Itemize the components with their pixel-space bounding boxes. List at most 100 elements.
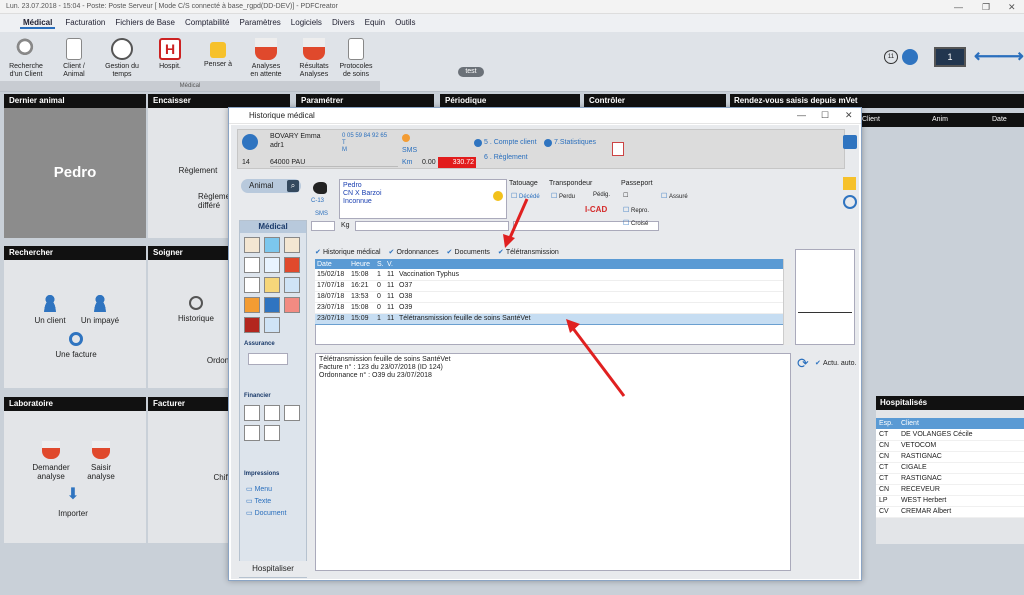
detail-text-area[interactable]: Télétransmission feuille de soins SantéV…: [315, 353, 791, 571]
user-icon[interactable]: [902, 49, 918, 65]
analyses-attente-button[interactable]: Analyses en attente: [244, 38, 288, 79]
animal-search-icon[interactable]: ⌕: [287, 180, 299, 192]
swap-arrows-icon[interactable]: [284, 277, 300, 293]
hospit-button[interactable]: H Hospit.: [148, 38, 192, 71]
invoice-blue-icon[interactable]: [244, 405, 260, 421]
hospitalise-row[interactable]: CT RASTIGNAC: [876, 473, 1024, 485]
minimize-icon[interactable]: —: [954, 0, 963, 14]
recherche-client-button[interactable]: Recherche d'un Client: [4, 38, 48, 79]
col-date[interactable]: Date: [315, 259, 349, 269]
invoice-icon[interactable]: [284, 405, 300, 421]
hospitalise-row[interactable]: CV CREMAR Albert: [876, 506, 1024, 518]
ecg-icon[interactable]: [244, 317, 260, 333]
repro-checkbox[interactable]: ☐ Repro.: [623, 206, 649, 214]
medical-tab[interactable]: Médical: [240, 221, 306, 233]
client-phone[interactable]: 0 05 59 84 92 65: [342, 133, 387, 139]
document-pen-icon[interactable]: [244, 257, 260, 273]
une-facture-link[interactable]: Une facture: [46, 332, 106, 359]
panel-dernier-animal[interactable]: Pedro: [4, 108, 146, 238]
restore-icon[interactable]: ❐: [982, 0, 990, 14]
rdv-col-client[interactable]: Client: [862, 113, 880, 127]
filter-teletransmission[interactable]: ✔ Télétransmission: [498, 249, 559, 256]
statistiques-link[interactable]: 7.Statistiques: [554, 139, 596, 146]
test-tube-icon[interactable]: [284, 257, 300, 273]
dialog-maximize-icon[interactable]: ☐: [821, 110, 829, 121]
print-texte-link[interactable]: ▭ Texte: [246, 497, 271, 505]
reglement-link[interactable]: Règlement: [168, 166, 228, 175]
note-icon[interactable]: [843, 177, 856, 190]
hospitalise-row[interactable]: CN RECEVEUR: [876, 484, 1024, 496]
col-heure[interactable]: Heure: [349, 259, 375, 269]
menu-parametres[interactable]: Paramètres: [239, 18, 280, 27]
client-sms[interactable]: SMS: [402, 147, 417, 154]
history-row[interactable]: 17/07/18 16:21 0 11 O37: [315, 280, 783, 292]
col-v[interactable]: V.: [385, 259, 397, 269]
icad-logo[interactable]: I-CAD: [585, 205, 607, 214]
actu-auto-checkbox[interactable]: ✔ Actu. auto.: [815, 359, 856, 367]
pedig-checkbox[interactable]: ☐: [623, 192, 628, 199]
pie-chart-icon[interactable]: [843, 195, 857, 209]
history-row[interactable]: 23/07/18 15:08 0 11 O39: [315, 302, 783, 314]
certificate-icon[interactable]: [244, 277, 260, 293]
dialog-minimize-icon[interactable]: —: [797, 110, 806, 120]
history-row[interactable]: 15/02/18 15:08 1 11 Vaccination Typhus: [315, 269, 783, 281]
menu-logiciels[interactable]: Logiciels: [291, 18, 322, 27]
hospitalise-row[interactable]: CT DE VOLANGES Cécile: [876, 429, 1024, 441]
screen-button[interactable]: 1: [934, 47, 966, 67]
menu-outils[interactable]: Outils: [395, 18, 415, 27]
santevet-logo[interactable]: [248, 353, 288, 365]
close-icon[interactable]: ✕: [1008, 0, 1016, 14]
col-s[interactable]: S.: [375, 259, 385, 269]
calendar-icon[interactable]: [612, 142, 624, 156]
menu-equin[interactable]: Equin: [365, 18, 385, 27]
weight-input[interactable]: [311, 221, 335, 231]
rdv-col-anim[interactable]: Anim: [932, 113, 948, 127]
hospitalise-row[interactable]: CT CIGALE: [876, 462, 1024, 474]
gestion-temps-button[interactable]: Gestion du temps: [100, 38, 144, 79]
croise-checkbox[interactable]: ☐ Croisé: [623, 219, 648, 227]
collapse-icon[interactable]: [843, 135, 857, 149]
forward-arrow-icon[interactable]: ⟶: [998, 46, 1024, 67]
remarks-input[interactable]: [355, 221, 509, 231]
hosp-col-esp[interactable]: Esp.: [876, 418, 898, 429]
saisir-analyse-link[interactable]: Saisir analyse: [78, 441, 124, 481]
menu-comptabilite[interactable]: Comptabilité: [185, 18, 229, 27]
menu-facturation[interactable]: Facturation: [65, 18, 105, 27]
hospitaliser-button[interactable]: Hospitaliser: [239, 561, 307, 577]
perdu-checkbox[interactable]: ☐ Perdu: [551, 192, 575, 200]
receipt-red-icon[interactable]: [244, 425, 260, 441]
client-name[interactable]: BOVARY Emma: [270, 133, 321, 140]
back-arrow-icon[interactable]: ⟵: [974, 46, 1000, 67]
history-row[interactable]: 18/07/18 13:53 0 11 O38: [315, 291, 783, 303]
decede-checkbox[interactable]: ☐ Décédé: [511, 192, 540, 200]
penser-a-button[interactable]: Penser à: [196, 38, 240, 69]
client-animal-button[interactable]: Client / Animal: [52, 38, 96, 79]
menu-medical[interactable]: Médical: [20, 18, 56, 29]
hospitalise-row[interactable]: CN VETOCOM: [876, 440, 1024, 452]
count-badge[interactable]: 11: [884, 50, 898, 64]
filter-ordonnances[interactable]: ✔ Ordonnances: [389, 249, 439, 256]
menu-fichiers-de-base[interactable]: Fichiers de Base: [115, 18, 175, 27]
hospitalise-row[interactable]: CN RASTIGNAC: [876, 451, 1024, 463]
historique-link[interactable]: Historique: [174, 296, 218, 323]
reglement-link-dialog[interactable]: 6 . Règlement: [484, 154, 528, 161]
hosp-col-client[interactable]: Client: [898, 418, 1024, 429]
last-animal-name[interactable]: Pedro: [4, 164, 146, 181]
feather-icon[interactable]: [264, 277, 280, 293]
animal-sms[interactable]: SMS: [315, 211, 328, 217]
filter-documents[interactable]: ✔ Documents: [447, 249, 490, 256]
scalpel-icon[interactable]: [244, 237, 260, 253]
protocoles-soins-button[interactable]: Protocoles de soins: [334, 38, 378, 79]
print-menu-link[interactable]: ▭ Menu: [246, 485, 272, 493]
compte-client-link[interactable]: 5 . Compte client: [484, 139, 537, 146]
syringe-icon[interactable]: [264, 237, 280, 253]
hospital-bed-icon[interactable]: [244, 297, 260, 313]
importer-link[interactable]: ⬇ Importer: [48, 487, 98, 519]
rdv-col-date[interactable]: Date: [992, 113, 1007, 127]
animal-info-box[interactable]: Pedro CN X Barzoi Inconnue: [339, 179, 507, 219]
line-chart-icon[interactable]: [264, 257, 280, 273]
patient-icon[interactable]: [264, 297, 280, 313]
demander-analyse-link[interactable]: Demander analyse: [28, 441, 74, 481]
menu-divers[interactable]: Divers: [332, 18, 355, 27]
skeleton-icon[interactable]: [264, 317, 280, 333]
